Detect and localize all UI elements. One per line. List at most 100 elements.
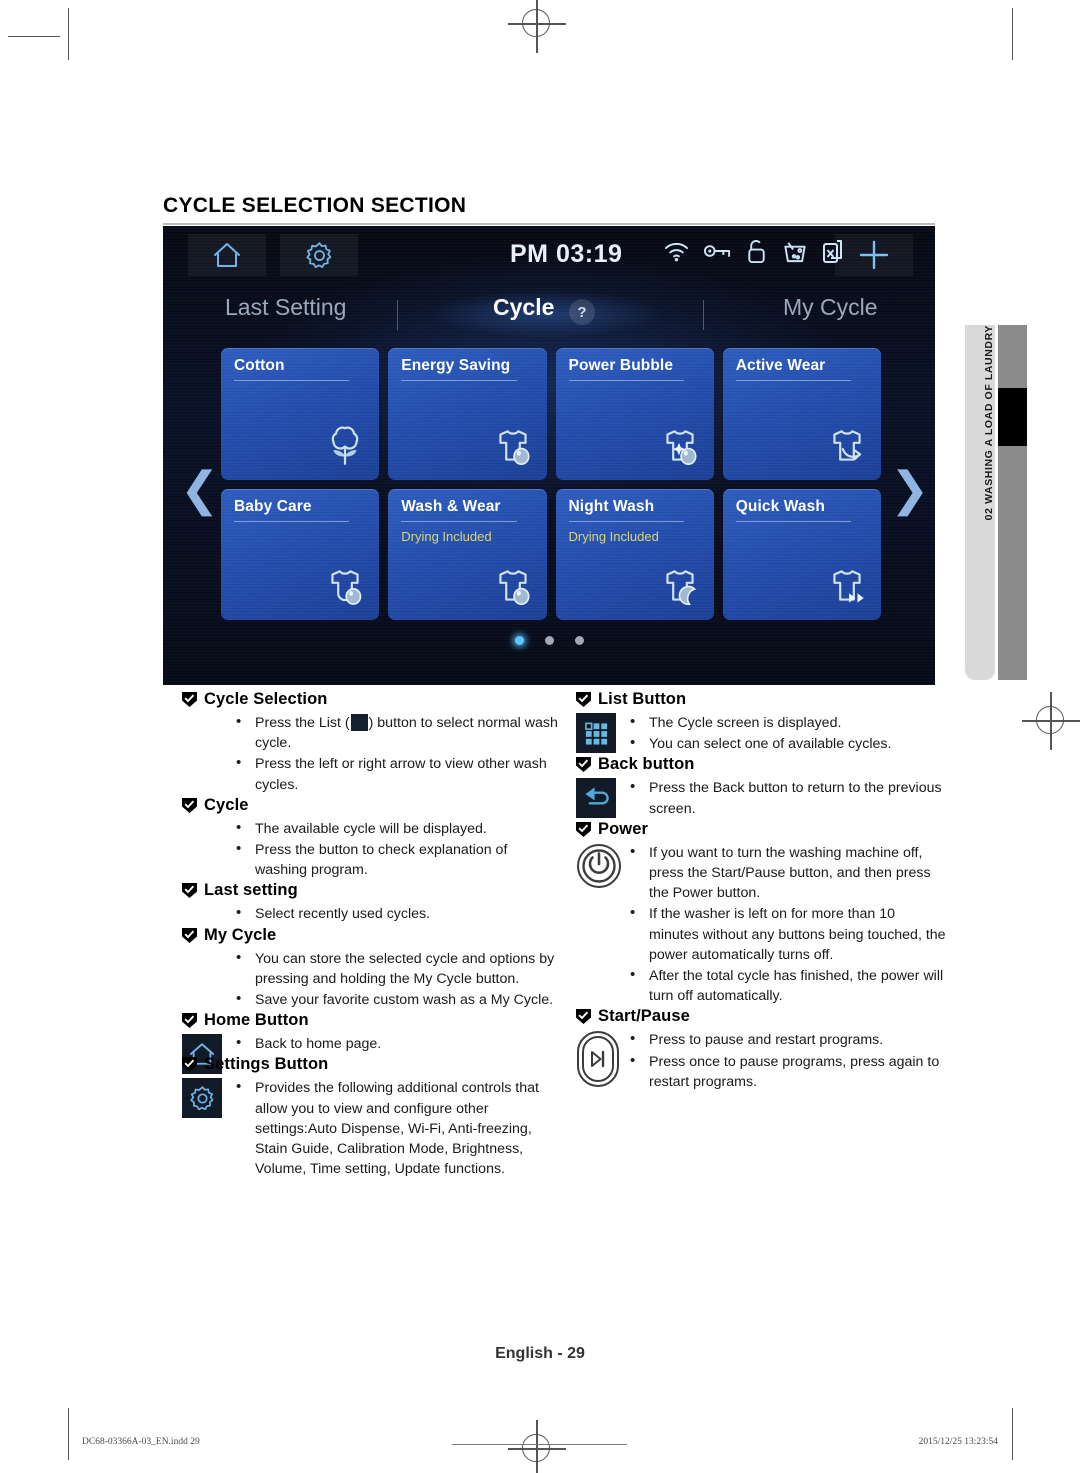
back-arrow-icon [576,778,616,819]
page-title: CYCLE SELECTION SECTION [163,194,467,217]
description-bullet: If the washer is left on for more than 1… [624,903,948,965]
checkmark-icon [182,797,197,813]
cycle-tile[interactable]: Quick Wash [723,489,881,620]
description-bullet: Press the left or right arrow to view ot… [230,753,560,794]
description-bullet: You can store the selected cycle and opt… [230,948,560,989]
description-block: My Cycle You can store the selected cycle… [182,926,560,1011]
checkmark-icon [182,927,197,943]
title-divider [163,223,935,225]
cycle-tile-rule [735,380,852,382]
cycle-page-dot[interactable] [574,636,584,645]
display-add-button[interactable] [835,234,913,276]
cycle-tile-rule [568,380,684,382]
cycle-tile-rule [234,520,350,522]
cycle-tile[interactable]: Wash & Wear Drying Included [388,489,546,620]
description-block: Cycle Selection Press the List () button … [182,690,560,795]
description-bullet: Select recently used cycles. [230,903,560,924]
checkmark-icon [182,1057,197,1073]
display-status-icons [663,238,845,264]
cycle-tile-subtitle: Drying Included [568,528,659,544]
cycle-tile-name: Energy Saving [401,357,511,374]
shirt-bubble-icon [490,426,536,473]
checkmark-icon [576,757,591,773]
description-heading-label: List Button [598,690,687,708]
description-heading: List Button [576,690,948,709]
cycle-tile-subtitle: Drying Included [401,528,492,544]
display-clock: PM 03:19 [510,240,623,268]
description-bullet: Press the List () button to select norma… [230,712,560,753]
display-settings-button[interactable] [280,234,358,276]
print-timestamp: 2015/12/25 13:23:54 [918,1437,998,1447]
home-icon [214,243,240,267]
tab-cycle[interactable]: Cycle [493,294,554,321]
description-heading: Cycle [182,796,560,815]
cycle-tile-name: Quick Wash [735,497,825,515]
gear-icon [305,241,331,268]
description-block: List Button The Cycle screen is displaye… [576,690,948,754]
cycle-page-dot[interactable] [514,636,524,645]
description-bullet-list: Provides the following additional contro… [230,1077,560,1179]
description-block: Home Button Back to home page. [182,1011,560,1075]
cycle-tile-rule [401,380,517,382]
description-bullet: The available cycle will be displayed. [230,818,560,839]
previous-page-arrow[interactable]: ❮ [180,464,219,520]
description-bullet: Press to pause and restart programs. [624,1029,948,1050]
cycle-tile[interactable]: Cotton [221,348,379,480]
description-heading: Last setting [182,881,560,900]
description-bullet: You can select one of available cycles. [624,733,948,754]
cycle-help-button[interactable]: ? [569,299,595,325]
trim-mark-left-bottom [68,1408,70,1460]
manual-page: 02 WASHING A LOAD OF LAUNDRY CYCLE SELEC… [0,0,1080,1473]
cycle-tile[interactable]: Power Bubble [556,348,714,480]
cycle-tile[interactable]: Baby Care [221,489,379,620]
description-bullet: Press the Back button to return to the p… [624,777,948,818]
power-icon [576,843,622,889]
cycle-page-dot[interactable] [544,636,554,645]
description-heading: Start/Pause [576,1007,948,1026]
cycle-tile-rule [401,520,517,522]
description-heading-label: Home Button [204,1011,309,1030]
next-page-arrow[interactable]: ❯ [890,464,929,520]
trim-mark-left-horizontal [8,36,60,38]
cycle-tile[interactable]: Active Wear [723,348,881,480]
cycle-tile[interactable]: Energy Saving [388,348,546,480]
description-heading-label: Last setting [204,881,298,900]
display-tab-strip: Last Setting Cycle ? My Cycle [163,278,935,344]
tab-divider-2 [703,300,705,330]
registration-mark-right [1022,692,1080,750]
cycle-tile-grid: Cotton Energy Saving Power Bubble Active… [221,348,881,620]
cycle-tile[interactable]: Night Wash Drying Included [556,489,714,620]
description-heading: Power [576,820,948,839]
description-bullet: Back to home page. [230,1033,560,1054]
description-heading-label: Start/Pause [598,1007,690,1026]
description-heading: Home Button [182,1011,560,1030]
description-bullet-list: Select recently used cycles. [230,903,560,924]
checkmark-icon [576,821,591,837]
tab-last-setting[interactable]: Last Setting [225,294,346,321]
shirt-fastforward-icon [824,566,870,613]
cycle-tile-name: Active Wear [735,357,826,374]
description-bullet: After the total cycle has finished, the … [624,965,948,1006]
registration-mark-top [508,0,566,53]
door-unlock-icon [748,239,765,263]
footer-rule [452,1444,627,1446]
description-block: Cycle The available cycle will be display… [182,796,560,881]
tab-my-cycle[interactable]: My Cycle [783,294,878,321]
list-grid-icon [350,714,368,731]
shirt-sparkle-bubble-icon [657,426,703,473]
shirt-moon-icon [657,566,703,613]
right-description-column: List Button The Cycle screen is displaye… [576,690,948,1093]
description-heading: Cycle Selection [182,690,560,709]
description-block: Power If you want to turn the washing ma… [576,820,948,1007]
key-icon [703,245,731,257]
description-heading-label: Back button [598,755,695,774]
checkmark-icon [182,883,197,899]
description-block: Back button Press the Back button to ret… [576,755,948,819]
description-heading: My Cycle [182,926,560,945]
left-description-column: Cycle Selection Press the List () button … [182,690,560,1180]
display-home-button[interactable] [188,234,266,276]
cycle-tile-name: Night Wash [568,497,655,515]
auto-dispense-icon [784,241,806,262]
play-pause-icon [576,1030,620,1088]
description-heading: Back button [576,755,948,774]
